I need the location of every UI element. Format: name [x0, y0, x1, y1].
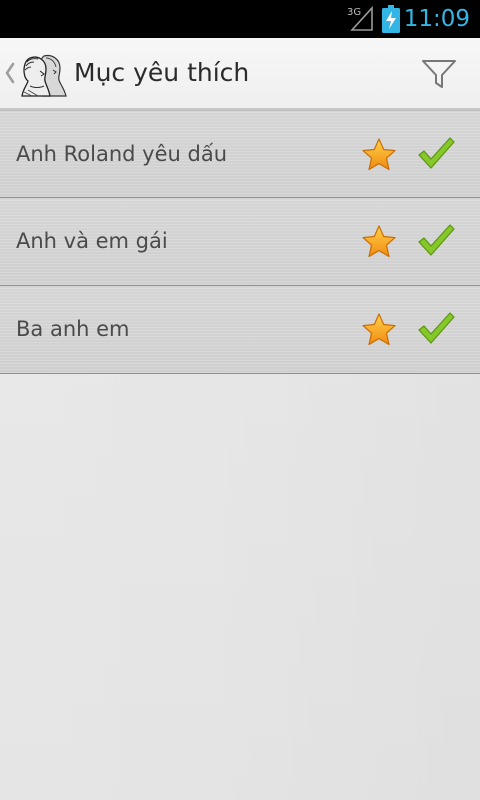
check-icon[interactable]: [416, 222, 456, 260]
list-item-label: Ba anh em: [16, 317, 130, 341]
check-icon[interactable]: [416, 135, 456, 173]
signal-3g-icon: 3G: [347, 5, 373, 31]
list-item-label: Anh Roland yêu dấu: [16, 142, 228, 166]
action-bar: Mục yêu thích: [0, 38, 480, 110]
up-navigation-button[interactable]: [0, 38, 70, 110]
filter-button[interactable]: [414, 48, 464, 100]
status-bar: 3G 11:09: [0, 0, 480, 38]
clock: 11:09: [403, 6, 470, 32]
star-icon[interactable]: [360, 224, 398, 260]
app-logo-icon: [21, 54, 67, 97]
battery-charging-icon: [382, 5, 400, 33]
star-icon[interactable]: [360, 312, 398, 348]
list-item-label: Anh và em gái: [16, 229, 168, 253]
list-item[interactable]: Ba anh em: [0, 286, 480, 374]
network-type-label: 3G: [347, 7, 361, 18]
filter-icon: [422, 60, 456, 88]
star-icon[interactable]: [360, 137, 398, 173]
favorites-list: Anh Roland yêu dấu Anh và em gái Ba anh …: [0, 110, 480, 374]
page-title: Mục yêu thích: [74, 58, 250, 87]
check-icon[interactable]: [416, 310, 456, 348]
back-chevron-icon: [5, 62, 15, 84]
list-item[interactable]: Anh và em gái: [0, 198, 480, 286]
list-item[interactable]: Anh Roland yêu dấu: [0, 110, 480, 198]
